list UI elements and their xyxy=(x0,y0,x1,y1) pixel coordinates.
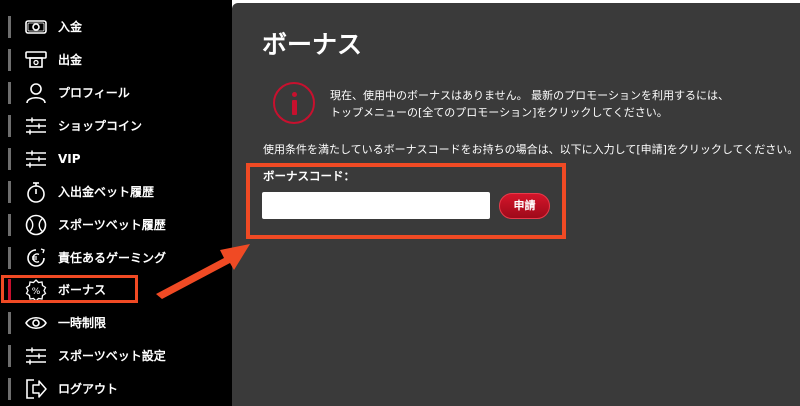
bonus-code-label: ボーナスコード： xyxy=(263,169,355,183)
sidebar-item-indicator xyxy=(8,247,11,269)
sidebar-item-label: VIP xyxy=(58,152,81,166)
euro-icon xyxy=(24,246,48,270)
sidebar-item-indicator xyxy=(8,378,11,400)
sidebar-item-sports-bet-settings[interactable]: スポーツベット設定 xyxy=(0,341,228,371)
bonus-code-input[interactable] xyxy=(262,192,490,219)
sidebar-item-withdraw[interactable]: 出金 xyxy=(0,45,228,75)
stopwatch-icon xyxy=(24,180,48,204)
sidebar-item-deposit[interactable]: 入金 xyxy=(0,12,228,42)
instruction-text: 使用条件を満たしているボーナスコードをお持ちの場合は、以下に入力して[申請]をク… xyxy=(263,143,799,156)
sidebar-item-indicator xyxy=(8,345,11,367)
sidebar-item-indicator xyxy=(8,49,11,71)
ball-icon xyxy=(24,213,48,237)
sliders-icon xyxy=(24,344,48,368)
sidebar-item-label: ショップコイン xyxy=(58,119,143,133)
user-icon xyxy=(24,81,48,105)
cash-icon xyxy=(24,15,48,39)
sidebar-item-label: ログアウト xyxy=(58,382,119,396)
notice-text-line-2: トップメニューの[全てのプロモーション]をクリックしてください。 xyxy=(330,106,668,119)
info-icon xyxy=(273,82,315,124)
sidebar-item-shop-coin[interactable]: ショップコイン xyxy=(0,111,228,141)
apply-button[interactable]: 申請 xyxy=(499,193,550,219)
sidebar-item-label: 入出金ベット履歴 xyxy=(58,185,155,199)
withdraw-icon xyxy=(24,48,48,72)
sidebar-item-logout[interactable]: ログアウト xyxy=(0,374,228,404)
sidebar-item-label: 一時制限 xyxy=(58,316,107,330)
sidebar-item-transaction-history[interactable]: 入出金ベット履歴 xyxy=(0,177,228,207)
sliders-icon xyxy=(24,147,48,171)
annotation-arrow-icon xyxy=(156,244,250,299)
sidebar-item-indicator xyxy=(8,148,11,170)
sidebar-item-label: 出金 xyxy=(58,53,83,67)
sidebar-item-temporary-restriction[interactable]: 一時制限 xyxy=(0,308,228,338)
eye-icon xyxy=(24,311,48,335)
sliders-icon xyxy=(24,114,48,138)
sidebar-item-vip[interactable]: VIP xyxy=(0,144,228,174)
sidebar-item-profile[interactable]: プロフィール xyxy=(0,78,228,108)
sidebar-item-label: プロフィール xyxy=(58,86,130,100)
logout-icon xyxy=(24,377,48,401)
sidebar-item-indicator xyxy=(8,16,11,38)
sidebar-item-label: 入金 xyxy=(58,20,83,34)
page-title: ボーナス xyxy=(262,30,363,59)
sidebar-item-indicator xyxy=(8,181,11,203)
sidebar-item-indicator xyxy=(8,115,11,137)
bonus-highlight-box xyxy=(1,275,138,303)
sidebar-item-indicator xyxy=(8,82,11,104)
sidebar-item-label: スポーツベット設定 xyxy=(58,349,166,363)
sidebar: 入金 出金 プロフィール ショップコイン VIP 入出金ベット履歴 スポーツベッ… xyxy=(0,0,228,406)
sidebar-item-indicator xyxy=(8,312,11,334)
sidebar-item-indicator xyxy=(8,214,11,236)
main-panel: ボーナス 現在、使用中のボーナスはありません。 最新のプロモーションを利用するに… xyxy=(232,3,800,406)
notice-text-line-1: 現在、使用中のボーナスはありません。 最新のプロモーションを利用するには、 xyxy=(330,89,729,102)
